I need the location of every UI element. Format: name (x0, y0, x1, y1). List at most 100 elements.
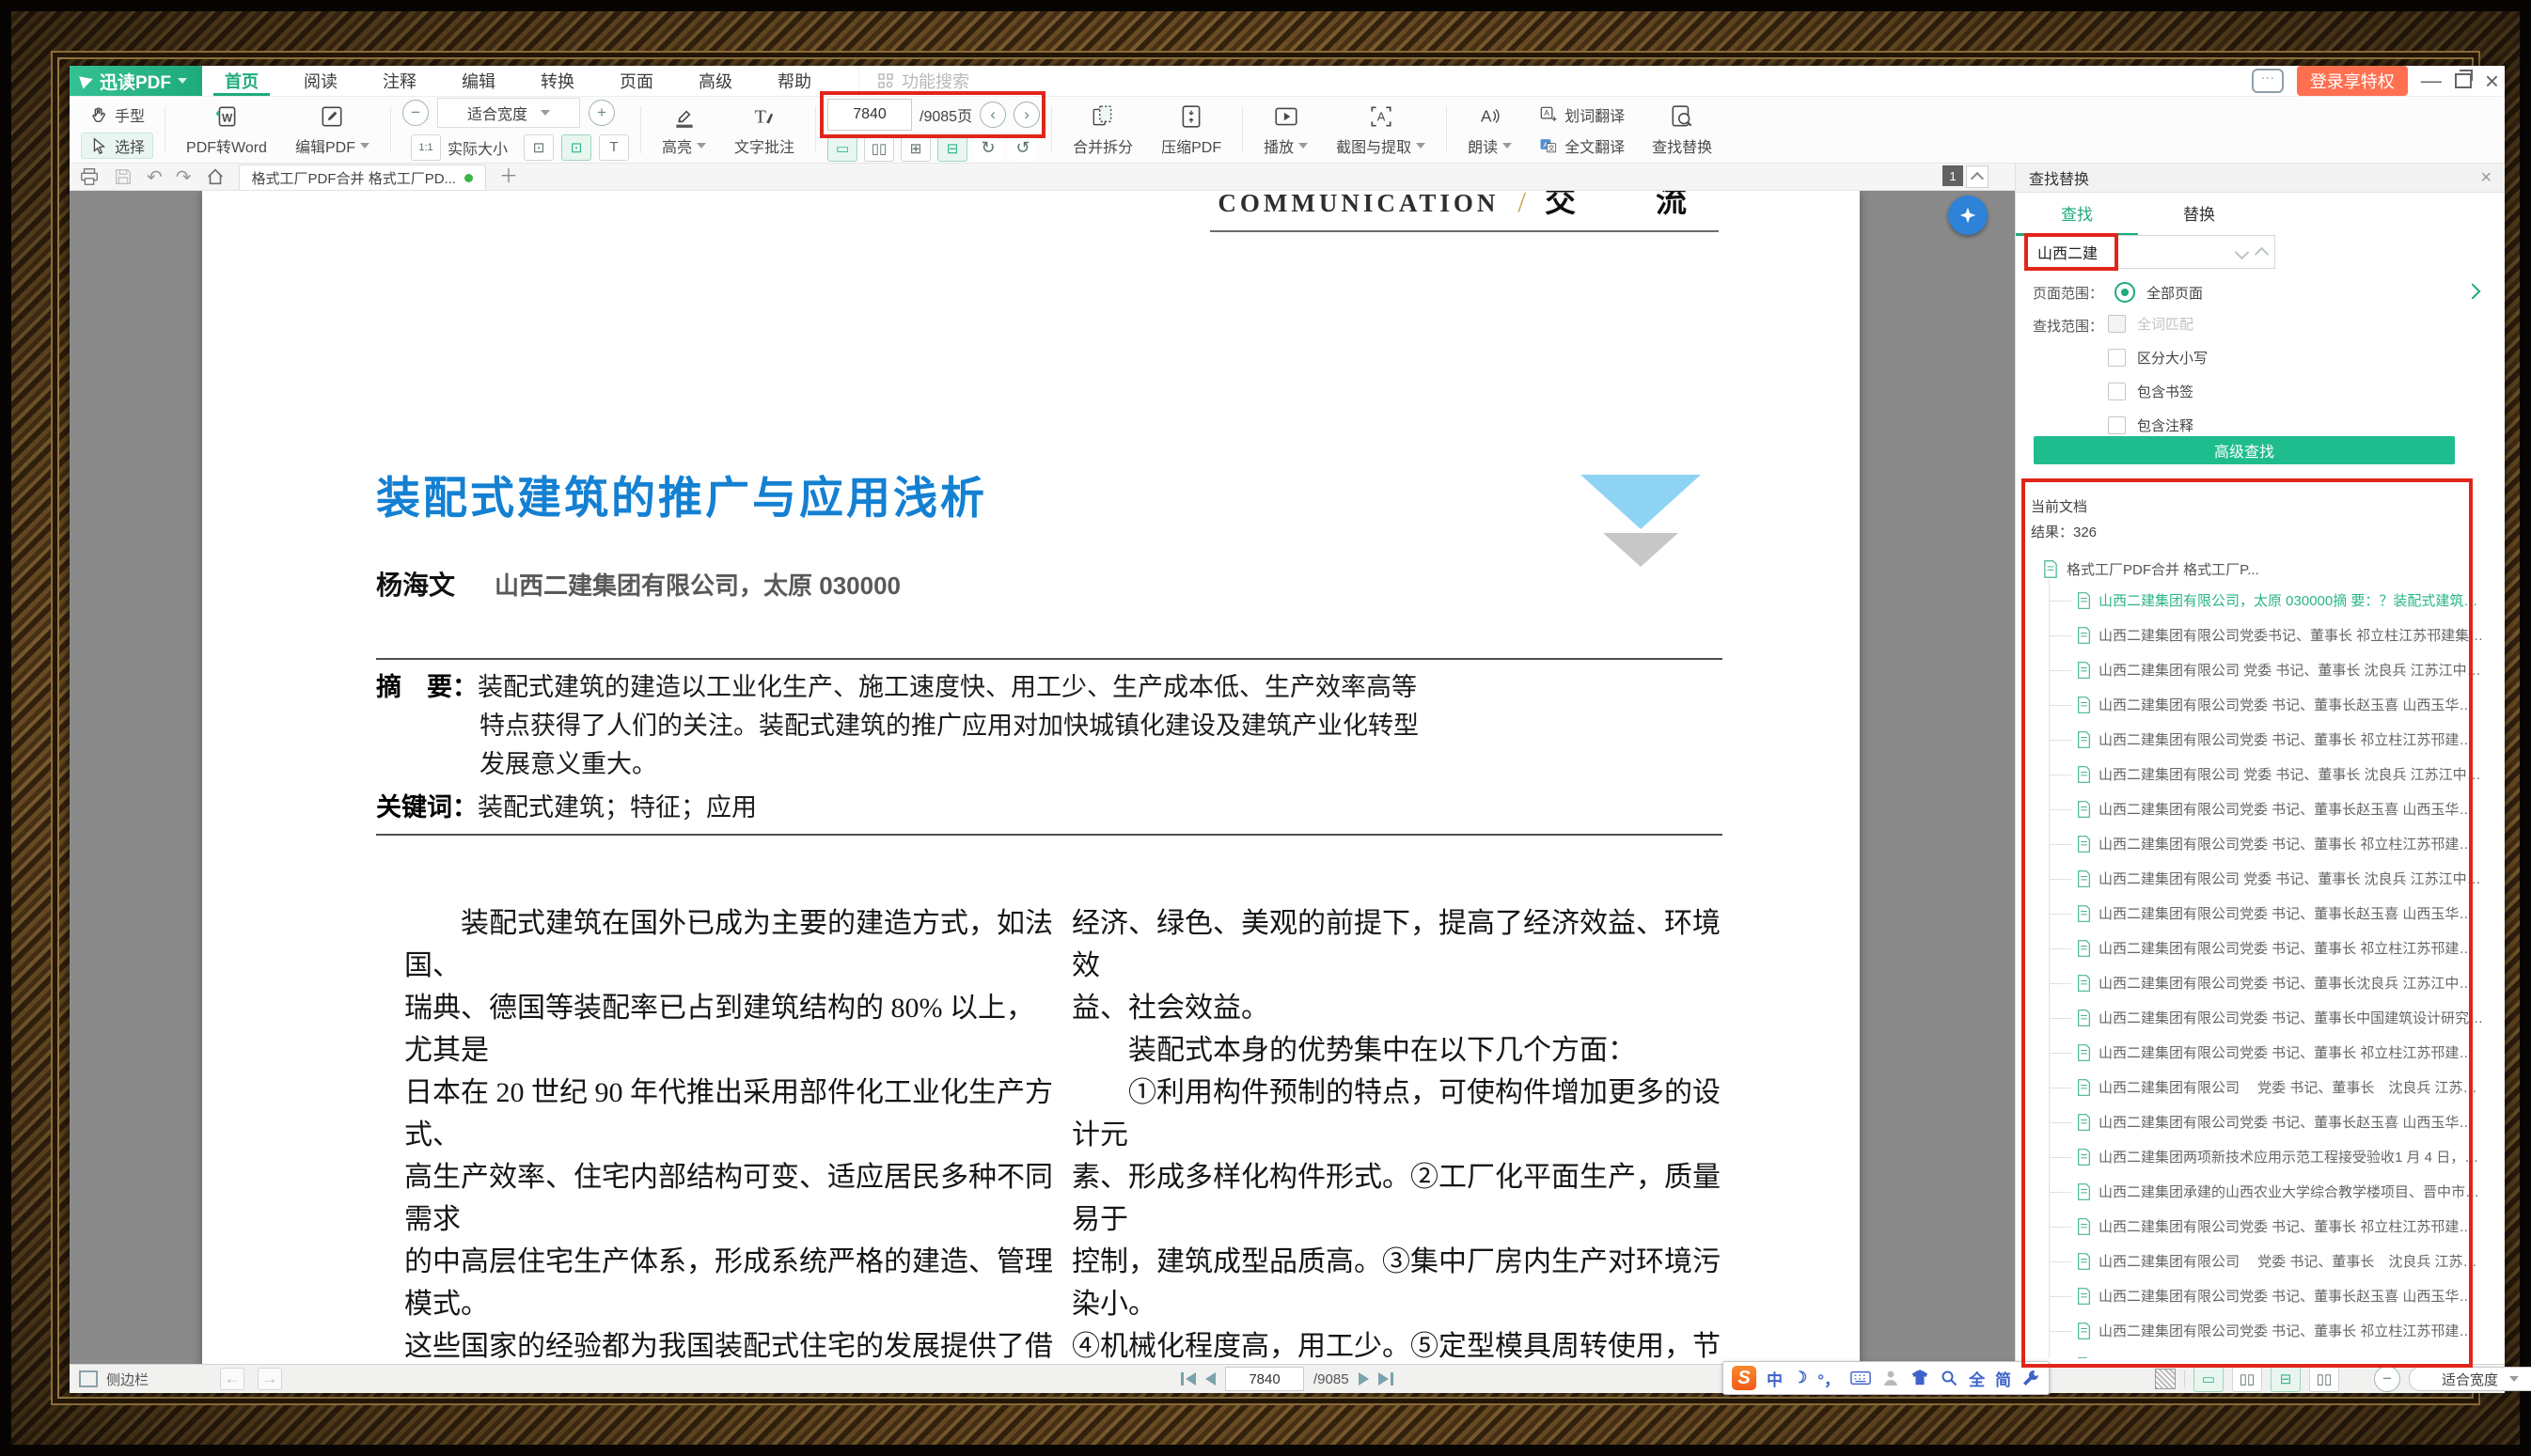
word-translate-button[interactable]: A 划词翻译 (1531, 102, 1633, 128)
four-page-layout-button[interactable]: ⊞ (901, 135, 931, 162)
two-page-view-button[interactable]: ▯▯ (2232, 1366, 2262, 1392)
tab-find[interactable]: 查找 (2016, 201, 2138, 236)
previous-page-button[interactable]: ‹ (980, 102, 1006, 128)
search-option[interactable]: 包含注释 (2108, 415, 2208, 435)
home-icon[interactable] (205, 166, 226, 187)
fit-mode-select[interactable]: 适合宽度 (2409, 1367, 2531, 1391)
checkbox-icon[interactable] (2108, 315, 2126, 333)
fit-width-button[interactable]: ⊡ (561, 134, 591, 161)
search-result-item[interactable]: 山西二建集团有限公司 党委 书记、董事长 沈良兵 江苏江中集团有限... (2031, 1244, 2486, 1278)
read-aloud-button[interactable]: A 朗读 (1458, 100, 1521, 161)
minimize-button[interactable]: — (2421, 70, 2442, 91)
close-window-button[interactable]: × (2485, 69, 2499, 93)
menu-tab[interactable]: 页面 (597, 66, 676, 96)
zoom-out-button[interactable]: − (402, 100, 429, 126)
page-number-input[interactable] (827, 99, 912, 131)
single-page-view-button[interactable]: ▭ (2193, 1366, 2224, 1392)
search-option[interactable]: 区分大小写 (2108, 348, 2208, 368)
highlight-button[interactable]: 高亮 (652, 100, 715, 161)
page-canvas[interactable]: COMMUNICATION / 交 流 装配式建筑的推广与应用浅析 杨海文 山西… (70, 191, 2015, 1364)
advanced-search-button[interactable]: 高级查找 (2034, 436, 2455, 464)
single-page-layout-button[interactable]: ▭ (827, 135, 857, 162)
zoom-in-button[interactable]: + (589, 100, 615, 126)
find-next-icon[interactable] (2235, 244, 2250, 259)
actual-size-button[interactable]: 1:1 实际大小 (402, 133, 516, 163)
soft-keyboard-icon[interactable] (1850, 1370, 1871, 1386)
feedback-chat-icon[interactable]: ··· (2252, 69, 2284, 93)
full-translate-button[interactable]: A文 全文翻译 (1531, 133, 1633, 159)
user-icon[interactable] (1881, 1369, 1900, 1387)
two-page-layout-button[interactable]: ▯▯ (864, 135, 894, 162)
search-result-item[interactable]: 山西二建集团有限公司党委 书记、董事长赵玉喜 山西玉华建设集团有限... (2031, 791, 2486, 826)
back-view-button[interactable]: ← (220, 1368, 244, 1390)
feature-search[interactable]: 功能搜索 (858, 66, 986, 96)
status-page-input[interactable] (1225, 1367, 1304, 1391)
menu-tab[interactable]: 编辑 (439, 66, 518, 96)
moon-icon[interactable]: ☽ (1793, 1369, 1807, 1387)
search-result-item[interactable]: 山西二建集团有限公司党委 书记、董事长 祁立柱江苏邗建集团有限公司... (2031, 722, 2486, 757)
ime-mode-chinese[interactable]: 中 (1767, 1367, 1783, 1390)
text-annotation-button[interactable]: T 文字批注 (725, 100, 804, 161)
find-previous-icon[interactable] (2255, 247, 2270, 262)
search-result-item[interactable]: 山西二建集团有限公司党委书记、董事长 祁立柱江苏邗建集团有限公司... (2031, 618, 2486, 652)
login-button[interactable]: 登录享特权 (2297, 66, 2408, 96)
menu-tab[interactable]: 高级 (676, 66, 755, 96)
fit-text-button[interactable]: T (599, 134, 629, 161)
rotate-cw-button[interactable]: ↻ (974, 136, 1002, 161)
checkbox-icon[interactable] (2108, 349, 2126, 367)
first-page-button[interactable] (1181, 1372, 1196, 1386)
wrench-icon[interactable] (2021, 1369, 2040, 1387)
previous-page-button[interactable] (1205, 1372, 1216, 1386)
search-result-item[interactable]: 山西二建集团有限公司党委 书记、董事长赵玉喜 山西玉华建设集团有限... (2031, 1104, 2486, 1139)
last-page-button[interactable] (1378, 1372, 1393, 1386)
capture-extract-button[interactable]: A 截图与提取 (1327, 100, 1435, 161)
document-tab[interactable]: 格式工厂PDF合并 格式工厂PD... (239, 164, 487, 190)
search-option[interactable]: 包含书签 (2108, 382, 2208, 401)
hand-tool-button[interactable]: 手型 (81, 102, 153, 128)
search-result-item[interactable]: 山西二建集团有限公司党委 书记、董事长赵玉喜 山西玉华建设集团有限... (2031, 1278, 2486, 1313)
search-result-item[interactable]: 山西二建集团有限公司党委 书记、董事长中国建筑设计研究院顾问总工程... (2031, 1000, 2486, 1035)
save-icon[interactable] (113, 166, 134, 187)
play-button[interactable]: 播放 (1254, 100, 1317, 161)
app-logo-menu[interactable]: 迅读PDF (70, 66, 202, 96)
ime-simplified[interactable]: 简 (1995, 1367, 2011, 1390)
continuous-layout-button[interactable]: ⊟ (937, 135, 967, 162)
checkbox-icon[interactable] (2108, 416, 2126, 434)
search-result-item[interactable]: 山西二建集团有限公司党委 书记、董事长赵玉喜 山西玉华建设集团有限... (2031, 687, 2486, 722)
two-page-continuous-view-button[interactable]: ▯▯ (2309, 1366, 2339, 1392)
close-panel-icon[interactable]: × (2480, 167, 2492, 189)
ime-fullwidth[interactable]: 全 (1969, 1367, 1985, 1390)
background-pattern-icon[interactable] (2155, 1369, 2176, 1389)
sidebar-toggle[interactable]: 侧边栏 (79, 1365, 149, 1393)
search-result-item[interactable]: 山西二建集团有限公司党委 书记、董事长 祁立柱江苏邗建集团有限公司... (2031, 931, 2486, 965)
menu-tab[interactable]: 注释 (360, 66, 439, 96)
continuous-view-button[interactable]: ⊟ (2271, 1366, 2301, 1392)
menu-tab[interactable]: 首页 (202, 66, 281, 96)
zoom-out-button[interactable]: − (2374, 1366, 2400, 1392)
menu-tab[interactable]: 阅读 (281, 66, 360, 96)
select-tool-button[interactable]: 选择 (81, 133, 153, 159)
compress-pdf-button[interactable]: 压缩PDF (1152, 100, 1231, 161)
search-result-item[interactable]: 山西二建集团两项新技术应用示范工程接受验收1 月 4 日，山西二建集团... (2031, 1139, 2486, 1174)
undo-icon[interactable]: ↶ (147, 165, 163, 189)
search-result-item[interactable]: 山西二建集团有限公司 党委 书记、董事长 沈良兵 江苏江中集团有限 (2031, 1348, 2486, 1358)
sogou-logo-icon[interactable]: S (1732, 1366, 1756, 1390)
search-result-item[interactable]: 山西二建集团有限公司党委 书记、董事长沈良兵 江苏江中集团有限公司... (2031, 965, 2486, 1000)
merge-split-button[interactable]: 合并拆分 (1063, 100, 1142, 161)
search-icon[interactable] (1940, 1369, 1958, 1387)
tab-replace[interactable]: 替换 (2138, 201, 2260, 236)
search-result-item[interactable]: 山西二建集团有限公司党委 书记、董事长 祁立柱江苏邗建集团有限公司... (2031, 1313, 2486, 1348)
checkbox-icon[interactable] (2108, 383, 2126, 400)
search-result-item[interactable]: 山西二建集团有限公司 党委 书记、董事长 沈良兵 江苏江中集团有限... (2031, 1070, 2486, 1104)
search-result-item[interactable]: 山西二建集团承建的山西农业大学综合教学楼项目、晋中市公共租赁住房... (2031, 1174, 2486, 1209)
result-root-item[interactable]: 格式工厂PDF合并 格式工厂P... (2042, 555, 2486, 583)
print-icon[interactable] (79, 166, 100, 187)
search-input[interactable] (2028, 243, 2237, 260)
search-result-item[interactable]: 山西二建集团有限公司党委 书记、董事长赵玉喜 山西玉华建设集团有限... (2031, 896, 2486, 931)
next-page-button[interactable] (1359, 1372, 1369, 1386)
menu-tab[interactable]: 帮助 (755, 66, 834, 96)
collapse-toolbar-button[interactable] (1966, 165, 1989, 188)
search-result-item[interactable]: 山西二建集团有限公司党委 书记、董事长 祁立柱江苏邗建集团有限公司... (2031, 1209, 2486, 1244)
new-tab-button[interactable]: ＋ (490, 161, 527, 190)
menu-tab[interactable]: 转换 (518, 66, 597, 96)
